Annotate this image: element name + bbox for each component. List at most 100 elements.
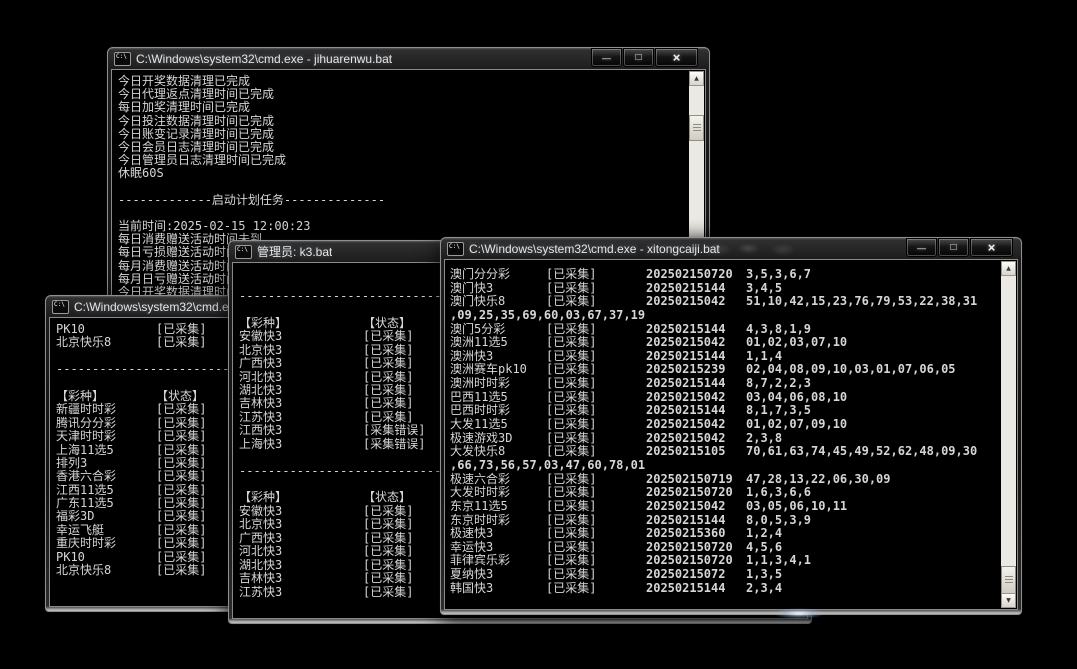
collect-status: [已采集] xyxy=(546,418,646,432)
lottery-name: 东京11选5 xyxy=(450,500,546,514)
collect-status: [采集错误] xyxy=(363,438,425,451)
lottery-row: 幸运快3[已采集]2025021507204,5,6 xyxy=(450,541,1001,555)
lottery-name: 香港六合彩 xyxy=(56,470,156,483)
console-line: 休眠60S xyxy=(118,167,689,180)
close-icon: × xyxy=(988,243,996,253)
collect-status: [已采集] xyxy=(546,404,646,418)
lottery-row: 澳洲时时彩[已采集]202502151448,7,2,2,3 xyxy=(450,377,1001,391)
lottery-row: 东京时时彩[已采集]202502151448,0,5,3,9 xyxy=(450,514,1001,528)
lottery-row: 澳洲赛车pk10[已采集]2025021523902,04,08,09,10,0… xyxy=(450,363,1001,377)
lottery-name: 湖北快3 xyxy=(239,559,363,572)
window-title: C:\Windows\system32\cmd.exe - jihuarenwu… xyxy=(136,52,392,66)
lottery-name: 韩国快3 xyxy=(450,582,546,596)
maximize-icon: □ xyxy=(950,243,956,253)
lottery-name: 巴西11选5 xyxy=(450,391,546,405)
collect-status: [已采集] xyxy=(363,586,413,599)
minimize-icon: — xyxy=(917,243,926,256)
lottery-row: 大发快乐8[已采集]2025021510570,61,63,74,45,49,5… xyxy=(450,445,1001,459)
draw-numbers: 01,02,07,09,10 xyxy=(746,418,847,432)
lottery-row: 澳门分分彩[已采集]2025021507203,5,3,6,7 xyxy=(450,268,1001,282)
lottery-row: 大发11选5[已采集]2025021504201,02,07,09,10 xyxy=(450,418,1001,432)
draw-numbers: 70,61,63,74,45,49,52,62,48,09,30 xyxy=(746,445,977,459)
draw-numbers: 4,3,8,1,9 xyxy=(746,323,811,337)
scroll-grip-icon xyxy=(693,124,701,132)
draw-numbers: 1,1,4 xyxy=(746,350,782,364)
draw-numbers: 1,1,3,4,1 xyxy=(746,554,811,568)
lottery-row: 极速六合彩[已采集]20250215071947,28,13,22,06,30,… xyxy=(450,473,1001,487)
issue-number: 202502150720 xyxy=(646,268,746,282)
frame-glow-highlight xyxy=(773,608,825,619)
lottery-row: 澳洲11选5[已采集]2025021504201,02,03,07,10 xyxy=(450,336,1001,350)
lottery-name: 幸运飞艇 xyxy=(56,524,156,537)
scroll-up-button[interactable]: ▲ xyxy=(689,71,704,86)
lottery-row: 夏纳快3[已采集]202502150721,3,5 xyxy=(450,568,1001,582)
draw-numbers: 1,2,4 xyxy=(746,527,782,541)
lottery-name: 菲律宾乐彩 xyxy=(450,554,546,568)
collect-status: [已采集] xyxy=(156,470,206,483)
maximize-button[interactable]: □ xyxy=(938,238,969,257)
lottery-name: 安徽快3 xyxy=(239,505,363,518)
scroll-down-button[interactable]: ▼ xyxy=(1001,593,1016,608)
scroll-grip-icon xyxy=(1005,576,1013,584)
lottery-name: 巴西时时彩 xyxy=(450,404,546,418)
lottery-name: 福彩3D xyxy=(56,510,156,523)
lottery-name: 河北快3 xyxy=(239,545,363,558)
draw-numbers: 47,28,13,22,06,30,09 xyxy=(746,473,891,487)
collect-status: [已采集] xyxy=(363,518,413,531)
lottery-name: PK10 xyxy=(56,551,156,564)
scroll-up-icon: ▲ xyxy=(694,76,699,82)
lottery-name: 大发快乐8 xyxy=(450,445,546,459)
scroll-up-button[interactable]: ▲ xyxy=(1001,261,1016,276)
lottery-name: 广西快3 xyxy=(239,357,363,370)
minimize-button[interactable]: — xyxy=(591,48,622,67)
issue-number: 20250215042 xyxy=(646,500,746,514)
desktop: C:\ C:\Windows\system32\cmd.exe - jihuar… xyxy=(0,0,1077,669)
lottery-name: 吉林快3 xyxy=(239,572,363,585)
lottery-row: 菲律宾乐彩[已采集]2025021507201,1,3,4,1 xyxy=(450,554,1001,568)
lottery-row: 东京11选5[已采集]2025021504203,05,06,10,11 xyxy=(450,500,1001,514)
collect-status: [已采集] xyxy=(546,500,646,514)
lottery-name: 东京时时彩 xyxy=(450,514,546,528)
lottery-name: 湖北快3 xyxy=(239,384,363,397)
lottery-name: 澳洲赛车pk10 xyxy=(450,363,546,377)
lottery-name: 江苏快3 xyxy=(239,411,363,424)
draw-numbers: 03,05,06,10,11 xyxy=(746,500,847,514)
maximize-button[interactable]: □ xyxy=(623,48,654,67)
close-button[interactable]: × xyxy=(655,48,698,67)
collect-status: [已采集] xyxy=(363,397,413,410)
issue-number: 20250215144 xyxy=(646,350,746,364)
issue-number: 20250215042 xyxy=(646,295,746,309)
scroll-thumb[interactable] xyxy=(1001,566,1016,594)
issue-number: 20250215144 xyxy=(646,377,746,391)
lottery-name: 极速快3 xyxy=(450,527,546,541)
draw-numbers: 02,04,08,09,10,03,01,07,06,05 xyxy=(746,363,956,377)
draw-numbers: 3,5,3,6,7 xyxy=(746,268,811,282)
console-line: 今日账变记录清理时间已完成 xyxy=(118,128,689,141)
issue-number: 20250215239 xyxy=(646,363,746,377)
draw-numbers: 01,02,03,07,10 xyxy=(746,336,847,350)
maximize-icon: □ xyxy=(635,53,641,63)
lottery-name: 大发时时彩 xyxy=(450,486,546,500)
minimize-button[interactable]: — xyxy=(906,238,937,257)
draw-numbers-wrap: ,66,73,56,57,03,47,60,78,01 xyxy=(450,459,1001,473)
lottery-name: 江苏快3 xyxy=(239,586,363,599)
lottery-name: 安徽快3 xyxy=(239,330,363,343)
issue-number: 20250215042 xyxy=(646,418,746,432)
collect-status: [已采集] xyxy=(363,545,413,558)
lottery-name: PK10 xyxy=(56,323,156,336)
lottery-name: 澳门5分彩 xyxy=(450,323,546,337)
lottery-name: 北京快乐8 xyxy=(56,564,156,577)
close-button[interactable]: × xyxy=(970,238,1013,257)
scroll-thumb[interactable] xyxy=(689,115,704,141)
minimize-icon: — xyxy=(602,53,611,66)
scrollbar[interactable]: ▲ ▼ xyxy=(1001,261,1016,608)
issue-number: 202502150720 xyxy=(646,486,746,500)
lottery-name: 河北快3 xyxy=(239,371,363,384)
draw-numbers: 03,04,06,08,10 xyxy=(746,391,847,405)
draw-numbers: 51,10,42,15,23,76,79,53,22,38,31 xyxy=(746,295,977,309)
issue-number: 20250215042 xyxy=(646,432,746,446)
issue-number: 20250215144 xyxy=(646,514,746,528)
scroll-up-icon: ▲ xyxy=(1006,266,1011,272)
draw-numbers: 2,3,4 xyxy=(746,582,782,596)
draw-numbers: 8,1,7,3,5 xyxy=(746,404,811,418)
